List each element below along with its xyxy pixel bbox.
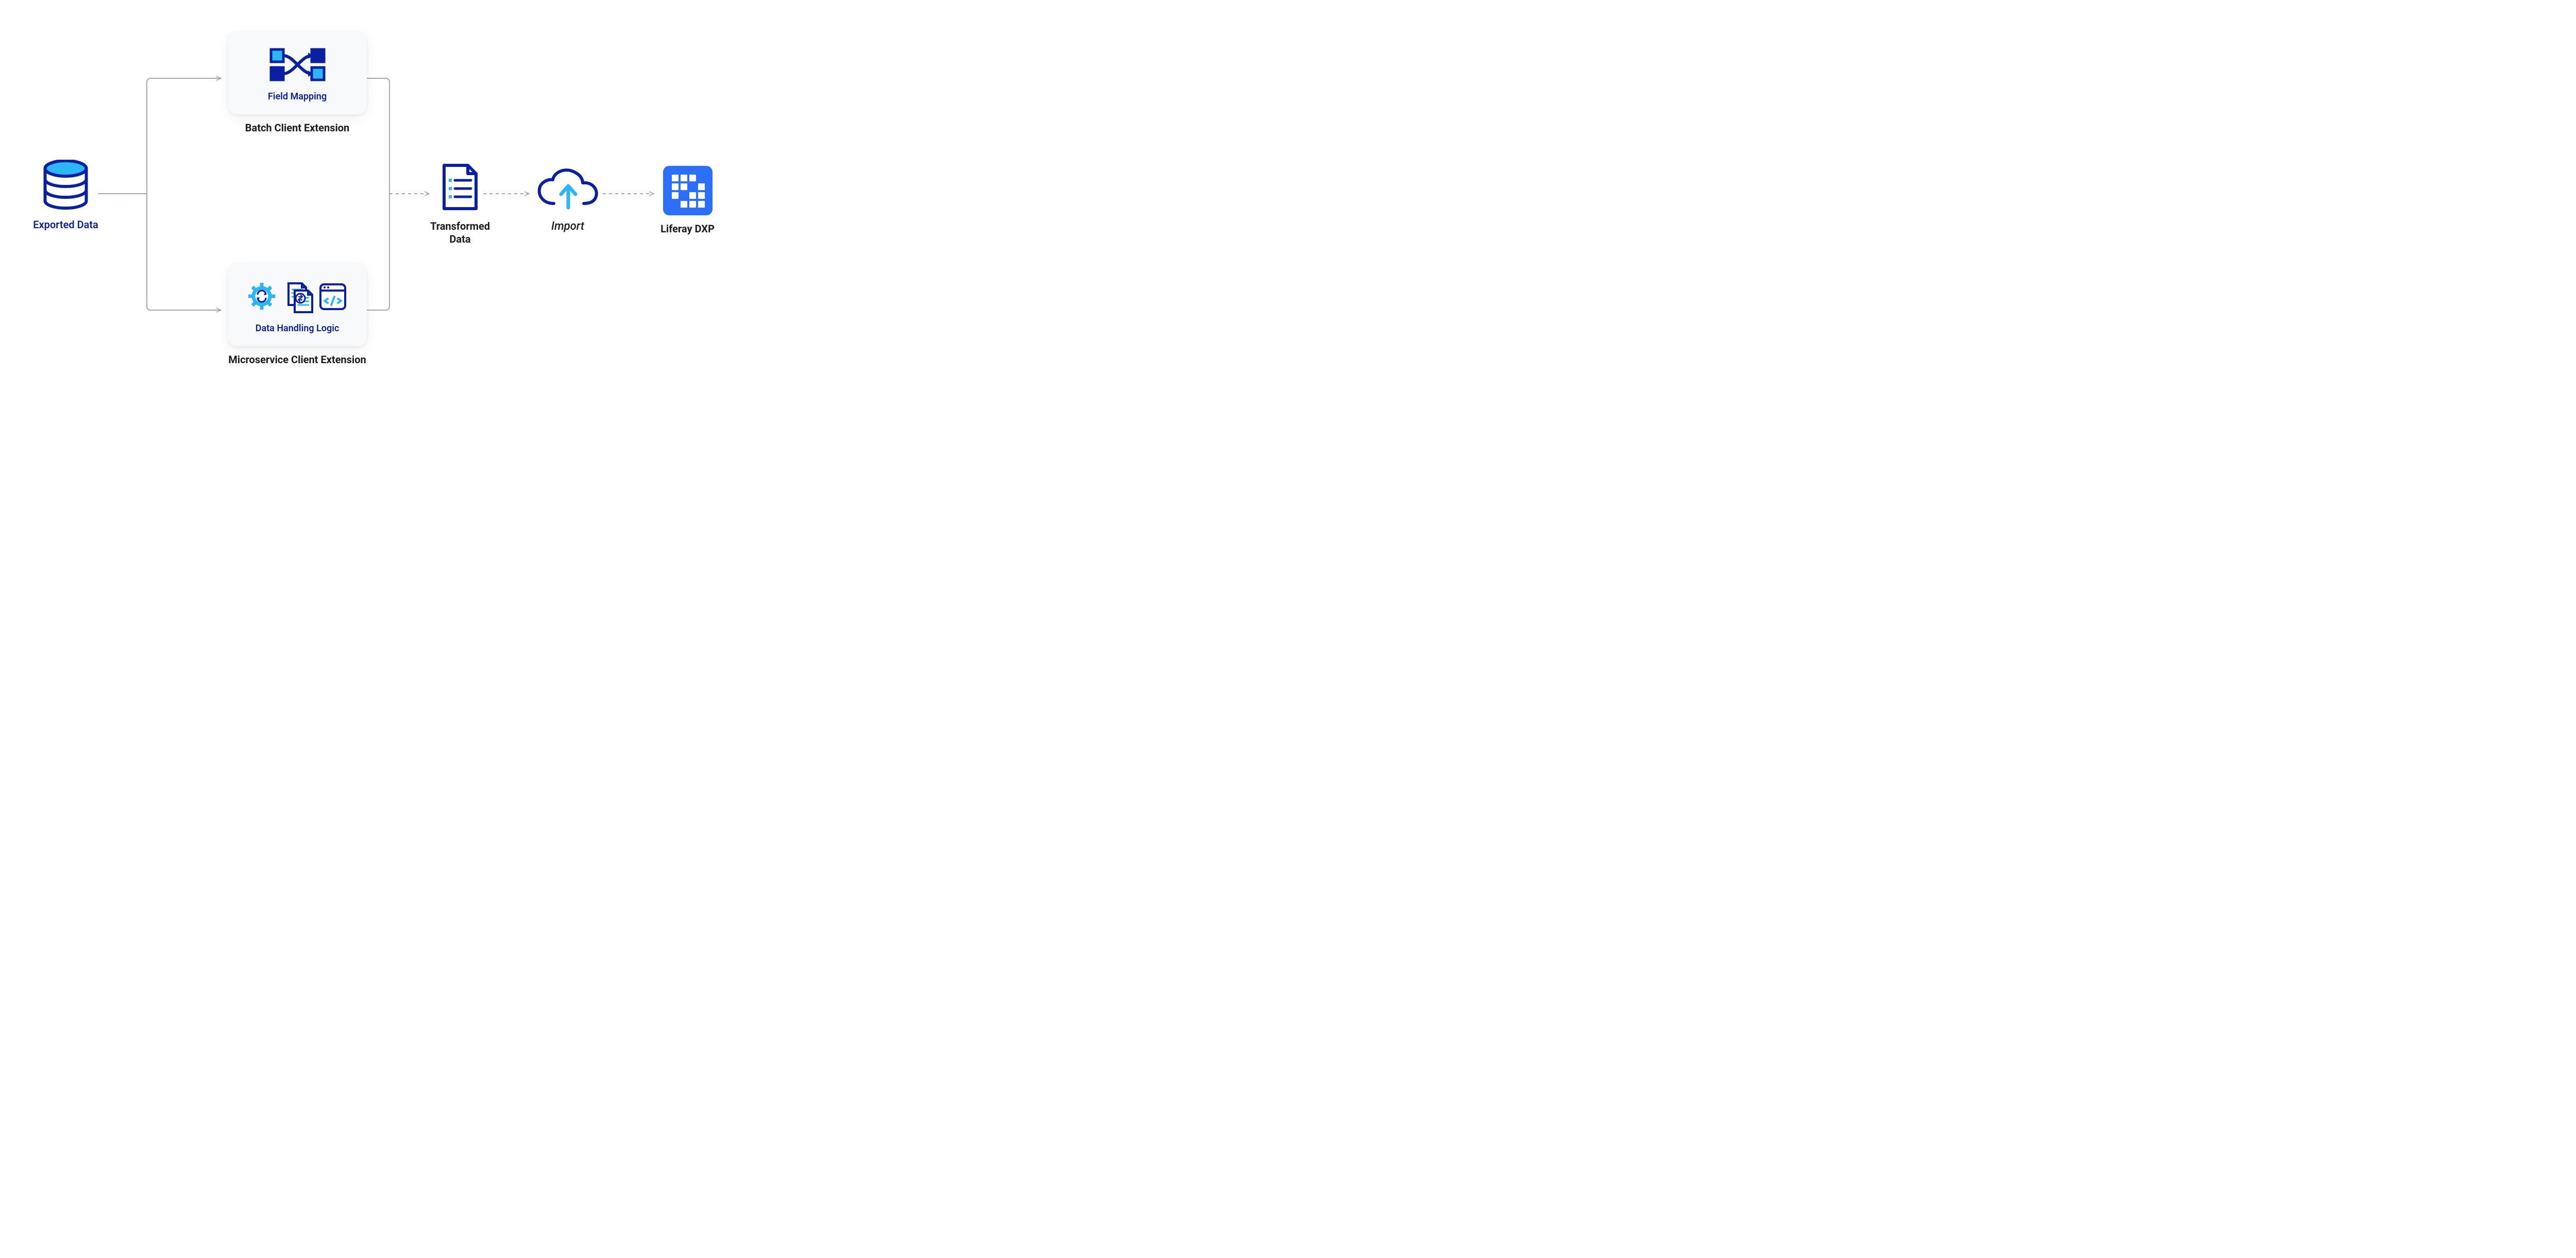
batch-extension-title: Batch Client Extension <box>245 122 350 134</box>
field-mapping-icon <box>268 45 327 84</box>
field-mapping-card: Field Mapping <box>228 31 367 114</box>
liferay-node: Liferay DXP <box>655 166 720 235</box>
data-handling-icon <box>247 277 348 316</box>
field-mapping-label: Field Mapping <box>268 91 327 102</box>
transformed-data-node: Transformed Data <box>432 162 488 246</box>
microservice-extension-title: Microservice Client Extension <box>228 353 366 366</box>
transformed-data-label: Transformed Data <box>430 220 490 246</box>
document-icon <box>439 162 481 213</box>
diagram-canvas: Exported Data Field Mapping Ba <box>0 0 802 392</box>
liferay-icon <box>663 166 713 215</box>
microservice-extension-node: Data Handling Logic Microservice Client … <box>228 263 367 366</box>
batch-extension-node: Field Mapping Batch Client Extension <box>228 31 367 134</box>
database-icon <box>41 160 90 211</box>
data-handling-card: Data Handling Logic <box>228 263 367 346</box>
data-handling-label: Data Handling Logic <box>256 323 340 334</box>
import-label: Import <box>551 220 584 233</box>
liferay-label: Liferay DXP <box>660 223 715 235</box>
exported-data-label: Exported Data <box>33 218 98 231</box>
import-node: Import <box>532 167 604 233</box>
exported-data-node: Exported Data <box>31 160 100 231</box>
cloud-upload-icon <box>534 167 601 214</box>
